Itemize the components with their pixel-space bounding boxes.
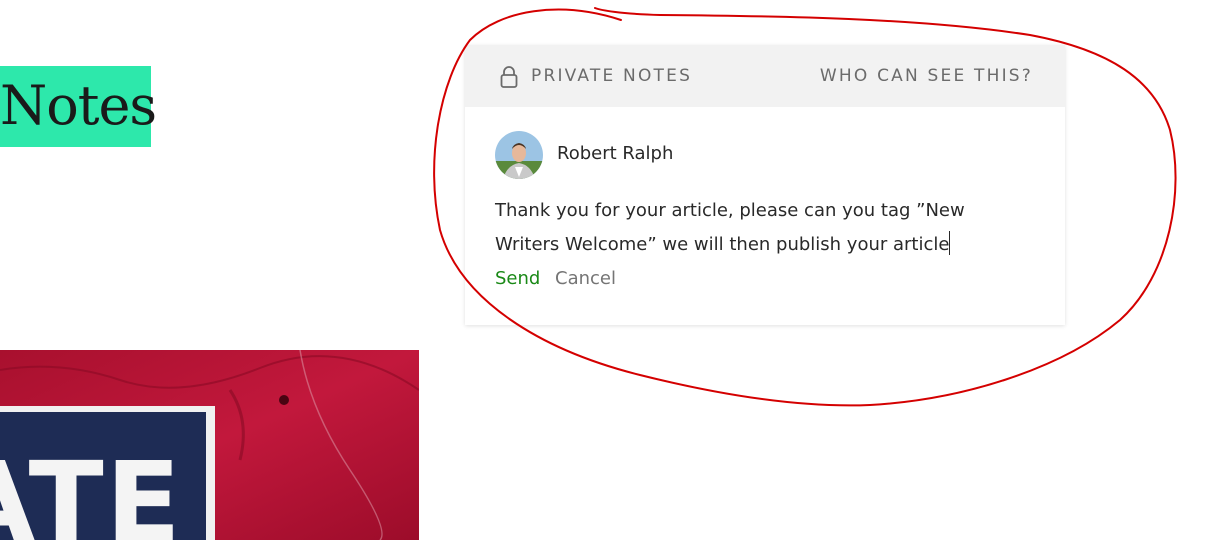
- text-caret: [949, 231, 951, 255]
- article-title-fragment: Notes: [0, 74, 157, 137]
- author-name: Robert Ralph: [557, 143, 674, 164]
- send-button[interactable]: Send: [495, 267, 540, 291]
- private-notes-panel: PRIVATE NOTES WHO CAN SEE THIS? Robert R…: [465, 45, 1065, 325]
- svg-text:ATE: ATE: [0, 438, 183, 540]
- who-can-see-this-link[interactable]: WHO CAN SEE THIS?: [820, 65, 1033, 87]
- note-input[interactable]: Thank you for your article, please can y…: [495, 194, 1015, 262]
- avatar: [495, 131, 543, 179]
- private-notes-label: PRIVATE NOTES: [531, 66, 693, 86]
- note-text: Thank you for your article, please can y…: [495, 200, 965, 255]
- private-notes-header: PRIVATE NOTES WHO CAN SEE THIS?: [465, 45, 1065, 107]
- cancel-button[interactable]: Cancel: [555, 267, 616, 291]
- article-image: ATE: [0, 350, 419, 540]
- lock-icon: [499, 65, 519, 89]
